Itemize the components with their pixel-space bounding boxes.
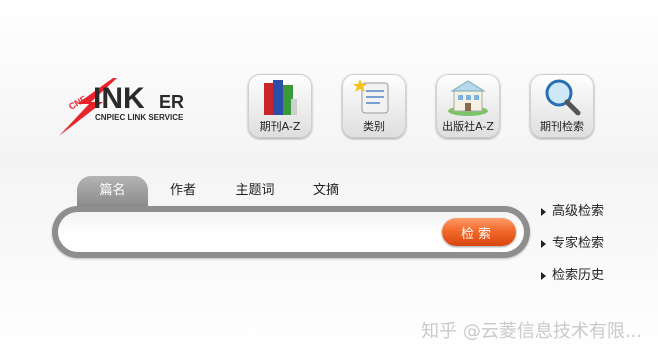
category-journal-search-button[interactable]: 期刊检索 [530,74,594,138]
expert-search-link[interactable]: 专家检索 [541,232,604,251]
watermark-text: 知乎 @云菱信息技术有限... [421,321,642,342]
triangle-right-icon [541,239,546,248]
search-history-link[interactable]: 检索历史 [541,264,604,283]
advanced-search-link[interactable]: 高级检索 [541,200,604,219]
category-classification-button[interactable]: 类别 [342,74,406,138]
tab-author[interactable]: 作者 [160,176,206,206]
link-label: 专家检索 [552,236,605,251]
category-label: 期刊检索 [540,120,584,133]
link-label: 检索历史 [552,268,605,283]
triangle-right-icon [541,271,546,280]
building-icon [436,74,500,120]
books-icon [248,74,312,120]
category-label: 期刊A-Z [259,120,301,133]
tab-abstract[interactable]: 文摘 [303,176,349,206]
search-button[interactable]: 检索 [442,218,516,246]
logo-suffix-text: ER [159,92,184,112]
linker-logo-graphic: CNF INK ER CNPIEC LINK SERVICE [59,78,184,136]
search-box-inner: 检索 [58,212,524,252]
category-label: 类别 [363,120,385,133]
notepad-icon [342,74,406,120]
search-box: 检索 [52,206,530,258]
magnifier-icon [530,74,594,120]
search-input[interactable] [70,218,434,246]
triangle-right-icon [541,207,546,216]
category-journals-az-button[interactable]: 期刊A-Z [248,74,312,138]
category-label: 出版社A-Z [442,120,494,133]
tab-subject[interactable]: 主题词 [226,176,284,206]
link-label: 高级检索 [552,204,605,219]
logo-main-text: INK [93,82,145,115]
category-publishers-az-button[interactable]: 出版社A-Z [436,74,500,138]
tab-title[interactable]: 篇名 [77,176,148,206]
logo-sub-text: CNPIEC LINK SERVICE [95,113,184,122]
linker-logo[interactable]: CNF INK ER CNPIEC LINK SERVICE [55,78,215,140]
